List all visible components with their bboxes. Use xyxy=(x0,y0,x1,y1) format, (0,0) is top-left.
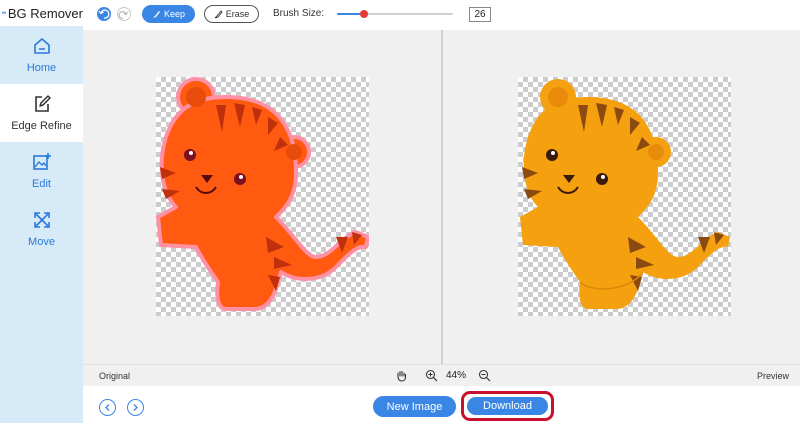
chevron-right-icon xyxy=(133,404,138,411)
original-image[interactable] xyxy=(156,77,369,316)
bg-remover-app: BG Remover Home Edge Refine Edit Move Ke… xyxy=(0,0,800,423)
edit-square-icon xyxy=(34,95,51,112)
previous-button[interactable] xyxy=(99,399,116,416)
preview-image[interactable] xyxy=(518,77,731,316)
sidebar-item-edit[interactable]: Edit xyxy=(0,142,83,200)
zoom-in-icon[interactable] xyxy=(425,369,438,382)
download-highlight: Download xyxy=(461,391,554,421)
brush-size-label: Brush Size: xyxy=(273,8,325,19)
sidebar-item-home[interactable]: Home xyxy=(0,26,83,84)
sidebar-item-label: Edge Refine xyxy=(11,120,72,132)
preview-tiger-image xyxy=(520,79,730,309)
sidebar-item-edge-refine[interactable]: Edge Refine xyxy=(0,84,83,142)
status-bar: Original 44% Preview xyxy=(83,364,800,386)
redo-icon xyxy=(118,10,129,20)
original-label: Original xyxy=(99,371,131,381)
zoom-level: 44% xyxy=(446,370,467,381)
undo-button[interactable] xyxy=(97,7,111,21)
app-title: BG Remover xyxy=(7,5,83,21)
zoom-out-icon[interactable] xyxy=(478,369,491,382)
app-logo-icon xyxy=(2,11,6,15)
toolbar: Keep Erase Brush Size: 26 xyxy=(83,0,800,30)
brush-keep-icon xyxy=(152,10,160,18)
chevron-left-icon xyxy=(105,404,110,411)
sidebar-item-label: Home xyxy=(26,62,57,74)
sidebar-item-label: Edit xyxy=(32,178,51,190)
eraser-icon xyxy=(214,9,223,18)
erase-button[interactable]: Erase xyxy=(204,5,259,23)
original-tiger-image xyxy=(156,77,369,311)
keep-label: Keep xyxy=(163,9,186,19)
brush-size-slider[interactable] xyxy=(337,10,453,18)
home-icon xyxy=(33,38,50,54)
next-button[interactable] xyxy=(127,399,144,416)
redo-button[interactable] xyxy=(117,7,131,21)
image-edit-icon xyxy=(32,153,51,170)
slider-thumb[interactable] xyxy=(360,10,368,18)
new-image-button[interactable]: New Image xyxy=(373,396,456,417)
move-icon xyxy=(33,212,50,228)
preview-label: Preview xyxy=(756,371,789,381)
keep-button[interactable]: Keep xyxy=(142,5,195,23)
bottom-bar: New Image Download xyxy=(83,386,800,423)
undo-icon xyxy=(98,9,110,19)
brush-size-value[interactable]: 26 xyxy=(469,7,491,22)
brand: BG Remover xyxy=(0,0,83,26)
download-button[interactable]: Download xyxy=(467,397,548,415)
sidebar-item-label: Move xyxy=(28,236,55,248)
panel-divider xyxy=(441,30,443,364)
sidebar-item-move[interactable]: Move xyxy=(0,200,83,258)
canvas-area xyxy=(83,30,800,364)
sidebar: BG Remover Home Edge Refine Edit Move xyxy=(0,0,83,423)
hand-pan-icon[interactable] xyxy=(395,369,408,382)
erase-label: Erase xyxy=(225,9,250,19)
